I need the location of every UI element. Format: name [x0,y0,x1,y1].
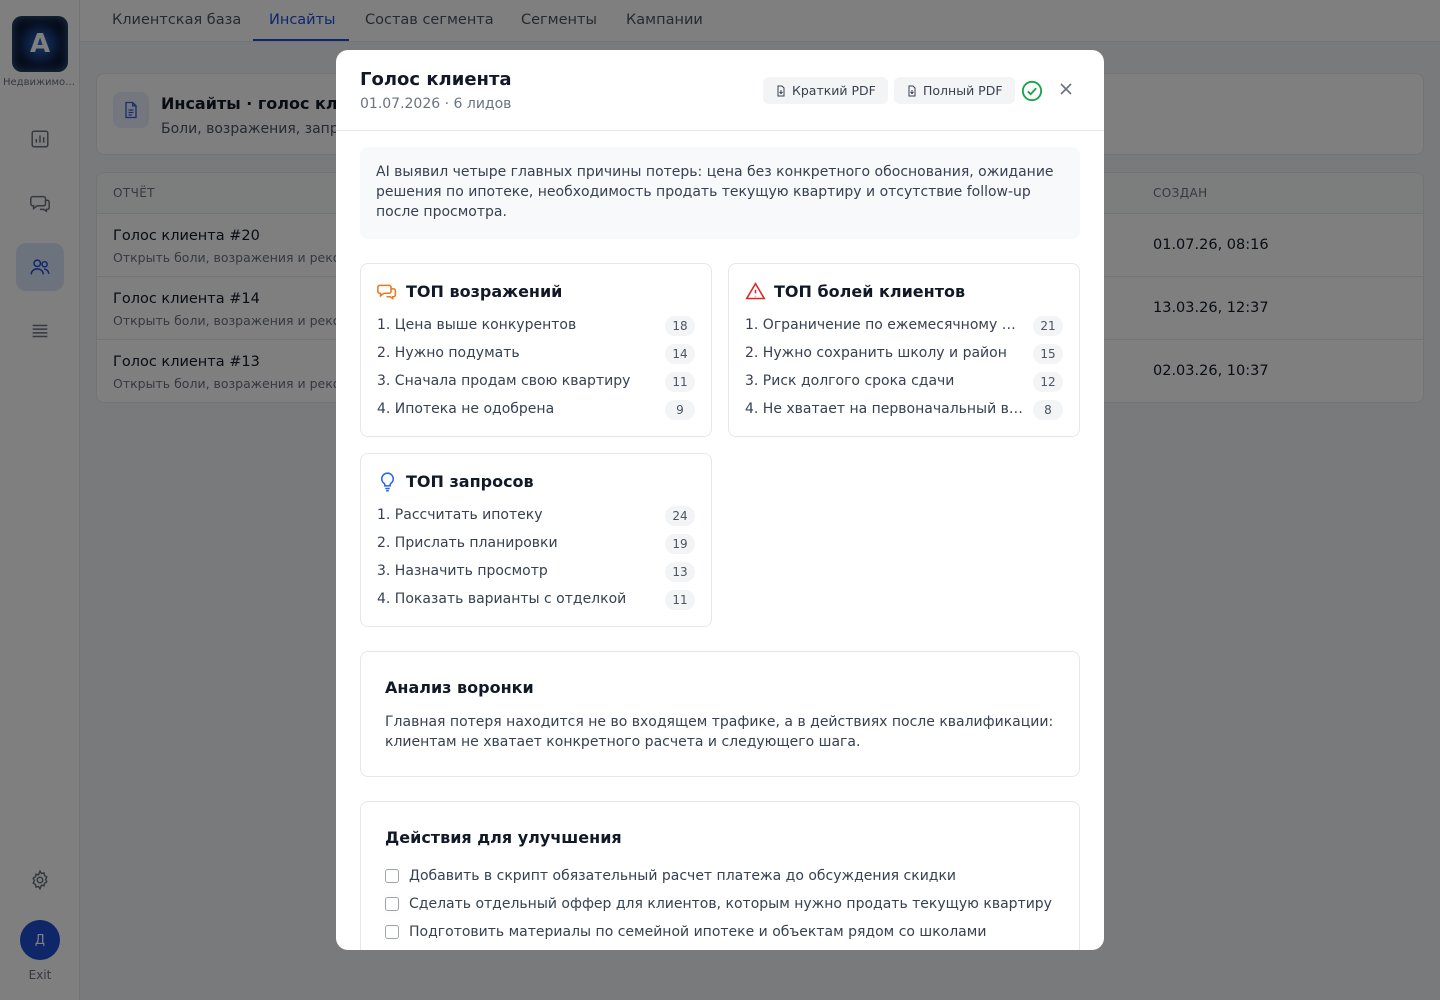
improvement-actions-card: Действия для улучшения Добавить в скрипт… [360,801,1080,950]
short-pdf-label: Краткий PDF [792,83,876,98]
modal-subtitle: 01.07.2026 · 6 лидов [360,96,512,112]
requests-title: ТОП запросов [406,472,534,491]
list-item: 2. Нужно сохранить школу и район 15 [745,344,1063,364]
count-badge: 9 [665,400,695,420]
checkbox[interactable] [385,869,399,883]
checkbox[interactable] [385,925,399,939]
list-item: 1. Рассчитать ипотеку 24 [377,506,695,526]
item-label: 3. Сначала продам свою квартиру [377,373,631,389]
action-checkbox-item[interactable]: Подготовить материалы по семейной ипотек… [385,922,986,942]
top-pains-card: ТОП болей клиентов 1. Ограничение по еже… [728,263,1080,437]
requests-heading: ТОП запросов [377,471,534,492]
list-item: 4. Показать варианты с отделкой 11 [377,590,695,610]
close-icon[interactable] [1058,81,1074,97]
actions-title: Действия для улучшения [385,828,622,847]
count-badge: 12 [1033,372,1063,392]
item-label: 1. Цена выше конкурентов [377,317,577,333]
item-label: 4. Показать варианты с отделкой [377,591,627,607]
count-badge: 11 [665,590,695,610]
action-checkbox-item[interactable]: Добавить в скрипт обязательный расчет пл… [385,866,956,886]
action-label: Подготовить материалы по семейной ипотек… [409,924,987,940]
item-label: 3. Назначить просмотр [377,563,548,579]
count-badge: 13 [665,562,695,582]
item-label: 2. Прислать планировки [377,535,558,551]
count-badge: 11 [665,372,695,392]
ai-summary: AI выявил четыре главных причины потерь:… [360,147,1080,239]
count-badge: 14 [665,344,695,364]
item-label: 1. Рассчитать ипотеку [377,507,543,523]
full-pdf-label: Полный PDF [923,83,1003,98]
item-label: 1. Ограничение по ежемесячному платежу [745,317,1023,333]
full-pdf-button[interactable]: Полный PDF [894,77,1015,104]
modal-title: Голос клиента [360,69,512,90]
list-item: 2. Нужно подумать 14 [377,344,695,364]
pains-title: ТОП болей клиентов [774,282,966,301]
checkbox[interactable] [385,897,399,911]
item-label: 2. Нужно сохранить школу и район [745,345,1007,361]
objections-title: ТОП возражений [406,282,563,301]
count-badge: 8 [1033,400,1063,420]
short-pdf-button[interactable]: Краткий PDF [763,77,888,104]
chat-bubbles-icon [377,284,397,300]
item-label: 3. Риск долгого срока сдачи [745,373,955,389]
list-item: 1. Ограничение по ежемесячному платежу 21 [745,316,1063,336]
list-item: 1. Цена выше конкурентов 18 [377,316,695,336]
file-download-icon [908,85,916,96]
count-badge: 19 [665,534,695,554]
top-objections-card: ТОП возражений 1. Цена выше конкурентов 1… [360,263,712,437]
check-circle-icon[interactable] [1021,80,1043,102]
funnel-text: Главная потеря находится не во входящем … [385,714,1054,750]
file-download-icon [777,85,785,96]
top-requests-card: ТОП запросов 1. Рассчитать ипотеку 24 2. … [360,453,712,627]
count-badge: 21 [1033,316,1063,336]
list-item: 3. Назначить просмотр 13 [377,562,695,582]
warning-triangle-icon [745,282,766,300]
action-checkbox-item[interactable]: Сделать отдельный оффер для клиентов, ко… [385,894,1052,914]
modal-header: Голос клиента 01.07.2026 · 6 лидов Кратк… [336,50,1104,131]
voice-of-customer-modal: Голос клиента 01.07.2026 · 6 лидов Кратк… [336,50,1104,950]
funnel-title: Анализ воронки [385,678,534,697]
count-badge: 15 [1033,344,1063,364]
list-item: 3. Сначала продам свою квартиру 11 [377,372,695,392]
lightbulb-icon [381,472,394,492]
funnel-analysis-card: Анализ воронки Главная потеря находится … [360,651,1080,777]
count-badge: 18 [665,316,695,336]
list-item: 4. Ипотека не одобрена 9 [377,400,695,420]
action-label: Сделать отдельный оффер для клиентов, ко… [409,896,1052,912]
pains-heading: ТОП болей клиентов [745,281,965,302]
list-item: 3. Риск долгого срока сдачи 12 [745,372,1063,392]
item-label: 2. Нужно подумать [377,345,520,361]
objections-heading: ТОП возражений [377,281,562,302]
item-label: 4. Ипотека не одобрена [377,401,555,417]
count-badge: 24 [665,506,695,526]
action-label: Добавить в скрипт обязательный расчет пл… [409,868,957,884]
list-item: 4. Не хватает на первоначальный взнос 8 [745,400,1063,420]
item-label: 4. Не хватает на первоначальный взнос [745,401,1023,417]
list-item: 2. Прислать планировки 19 [377,534,695,554]
